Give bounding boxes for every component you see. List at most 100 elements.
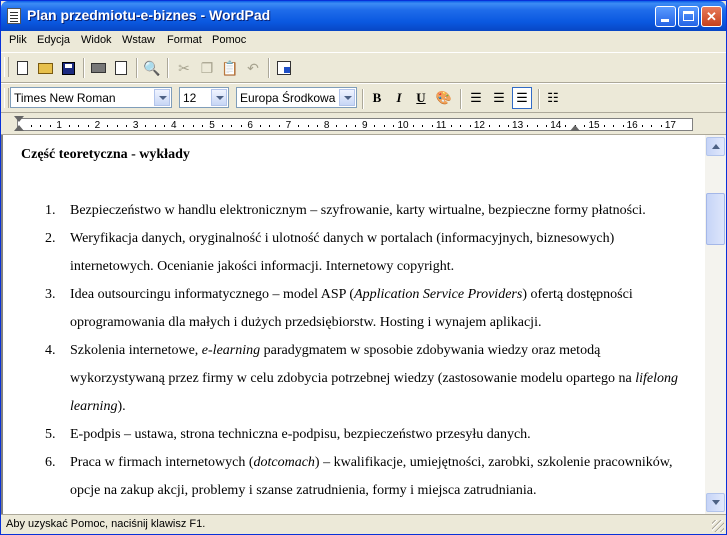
new-icon	[16, 61, 28, 75]
align-left-button[interactable]: ☰	[466, 87, 486, 109]
ruler-track[interactable]: 1 2 3 4 5 6 7 8 9 10 11 12 13 14 15 16 17	[17, 118, 693, 131]
font-dropdown[interactable]: Times New Roman	[10, 87, 172, 108]
list-item-number: 4.	[45, 343, 56, 358]
ruler-tick	[498, 125, 500, 127]
list-item-text: Praca w firmach internetowych (dotcomach…	[70, 455, 673, 498]
undo-button[interactable]: ↶	[242, 57, 264, 79]
ruler-label: 2	[94, 120, 101, 131]
list-item-text: Weryfikacja danych, oryginalność i ulotn…	[70, 231, 615, 274]
chevron-down-icon[interactable]	[154, 89, 170, 106]
menu-pomoc[interactable]: Pomoc	[212, 34, 246, 46]
print-preview-button[interactable]	[110, 57, 132, 79]
menu-edycja[interactable]: Edycja	[37, 34, 70, 46]
ruler-label: 5	[209, 120, 215, 131]
open-button[interactable]	[34, 57, 56, 79]
wordpad-app-icon[interactable]	[7, 8, 21, 24]
menu-wstaw[interactable]: Wstaw	[122, 34, 155, 46]
list-item: 5. E-podpis – ustawa, strona techniczna e…	[45, 421, 695, 449]
scroll-up-button[interactable]	[706, 137, 725, 156]
script-value: Europa Środkowa	[240, 91, 336, 105]
open-icon	[37, 62, 53, 74]
maximize-button[interactable]	[678, 6, 699, 27]
script-dropdown[interactable]: Europa Środkowa	[236, 87, 357, 108]
ruler-tick	[527, 125, 529, 127]
new-button[interactable]	[11, 57, 33, 79]
copy-button[interactable]: ❐	[196, 57, 218, 79]
ruler-tick	[240, 125, 242, 127]
close-button[interactable]: ✕	[701, 6, 722, 27]
menu-format[interactable]: Format	[167, 34, 202, 46]
ruler-tick	[374, 125, 376, 127]
ruler-tick	[145, 125, 147, 127]
align-center-button[interactable]: ☰	[489, 87, 509, 109]
print-button[interactable]	[87, 57, 109, 79]
font-value: Times New Roman	[14, 91, 116, 105]
toolbar-grip[interactable]	[4, 88, 9, 108]
ruler-tick	[192, 125, 194, 127]
ruler-tick	[278, 125, 280, 127]
minimize-button[interactable]	[655, 6, 676, 27]
ruler-tick	[154, 125, 156, 127]
menu-bar: Plik Edycja Widok Wstaw Format Pomoc	[1, 31, 726, 51]
ruler-tick	[431, 125, 433, 127]
find-button[interactable]: 🔍	[141, 57, 163, 79]
list-item-number: 3.	[45, 287, 56, 302]
bold-button[interactable]: B	[367, 87, 387, 109]
date-time-button[interactable]	[273, 57, 295, 79]
ruler-label: 14	[550, 120, 562, 131]
paste-button[interactable]: 📋	[219, 57, 241, 79]
ruler-tick	[622, 125, 624, 127]
underline-button[interactable]: U	[411, 87, 431, 109]
font-size-dropdown[interactable]: 12	[179, 87, 229, 108]
color-button[interactable]: 🎨	[434, 87, 454, 109]
toolbar-grip[interactable]	[4, 57, 9, 77]
wordpad-window: Plan przedmiotu-e-biznes - WordPad ✕ Pli…	[0, 0, 727, 535]
right-indent-marker[interactable]	[570, 125, 580, 131]
ruler-tick	[68, 125, 70, 127]
ruler-tick	[393, 125, 395, 127]
ruler-tick	[345, 125, 347, 127]
save-button[interactable]	[57, 57, 79, 79]
menu-widok[interactable]: Widok	[81, 34, 112, 46]
toolbar-separator	[167, 58, 169, 78]
close-icon: ✕	[706, 9, 717, 24]
ruler-tick	[383, 125, 385, 127]
ruler-tick	[317, 125, 319, 127]
list-item-number: 6.	[45, 455, 56, 470]
ruler-tick	[164, 125, 166, 127]
ruler-tick	[450, 125, 452, 127]
cut-icon: ✂	[178, 59, 190, 76]
title-bar[interactable]: Plan przedmiotu-e-biznes - WordPad ✕	[1, 1, 726, 31]
ruler-tick	[183, 125, 185, 127]
ruler-tick	[613, 125, 615, 127]
ruler-tick	[307, 125, 309, 127]
first-line-indent-marker[interactable]	[14, 116, 24, 122]
ruler-label: 4	[171, 120, 177, 131]
chevron-down-icon[interactable]	[211, 89, 227, 106]
save-icon	[61, 61, 75, 75]
scroll-down-button[interactable]	[706, 493, 725, 512]
status-text: Aby uzyskać Pomoc, naciśnij klawisz F1.	[6, 518, 206, 530]
menu-plik[interactable]: Plik	[9, 34, 27, 46]
list-item-text: Szkolenia internetowe, e-learning parady…	[70, 343, 679, 414]
left-indent-marker[interactable]	[14, 125, 24, 131]
align-right-button[interactable]: ☰	[512, 87, 532, 109]
ruler[interactable]: 1 2 3 4 5 6 7 8 9 10 11 12 13 14 15 16 17	[1, 113, 726, 135]
ruler-label: 16	[626, 120, 638, 131]
scroll-thumb[interactable]	[706, 193, 725, 245]
ruler-label: 3	[132, 120, 139, 131]
chevron-down-icon[interactable]	[339, 89, 355, 106]
ruler-tick	[106, 125, 108, 127]
print-icon	[90, 63, 106, 73]
list-item: 1. Bezpieczeństwo w handlu elektronicznym…	[45, 197, 695, 225]
vertical-scrollbar[interactable]	[705, 135, 726, 514]
align-left-icon: ☰	[470, 90, 482, 105]
ruler-tick	[231, 125, 233, 127]
document-area[interactable]: Część teoretyczna - wykłady 1. Bezpieczeń…	[1, 135, 705, 514]
cut-button[interactable]: ✂	[173, 57, 195, 79]
ruler-tick	[116, 125, 118, 127]
italic-button[interactable]: I	[389, 87, 409, 109]
resize-grip[interactable]	[712, 520, 724, 532]
copy-icon: ❐	[200, 59, 214, 76]
bullets-button[interactable]: ☷	[543, 87, 563, 109]
